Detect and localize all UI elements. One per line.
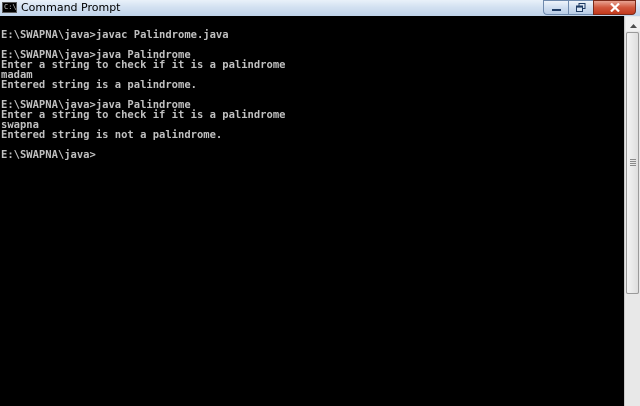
scroll-up-button[interactable] [626, 17, 640, 31]
minimize-icon [551, 4, 561, 12]
command-prompt-icon[interactable]: C:\ [2, 2, 17, 13]
scroll-up-arrow-icon [629, 15, 637, 33]
title-bar[interactable]: C:\ Command Prompt [0, 0, 640, 16]
console-prompt: E:\SWAPNA\java> [1, 149, 96, 161]
window-controls [543, 0, 636, 15]
restore-button[interactable] [568, 0, 593, 15]
console-line: Entered string is not a palindrome. [1, 129, 223, 141]
command-prompt-window: C:\ Command Prompt E:\SWAPNA\java>javac … [0, 0, 640, 406]
scrollbar-grip [630, 159, 636, 160]
console-output[interactable]: E:\SWAPNA\java>javac Palindrome.java E:\… [0, 16, 624, 406]
console-line: Entered string is a palindrome. [1, 79, 197, 91]
console-line: E:\SWAPNA\java>javac Palindrome.java [1, 29, 229, 41]
scrollbar-thumb[interactable] [626, 32, 639, 294]
console-line: Enter a string to check if it is a palin… [1, 59, 286, 71]
close-icon [609, 3, 620, 12]
console-line: Enter a string to check if it is a palin… [1, 109, 286, 121]
scrollbar-grip [630, 161, 636, 162]
close-button[interactable] [593, 0, 636, 15]
scrollbar-grip [630, 165, 636, 166]
minimize-button[interactable] [543, 0, 568, 15]
scrollbar-grip [630, 163, 636, 164]
window-title: Command Prompt [21, 1, 121, 14]
maximize-icon [576, 3, 586, 12]
vertical-scrollbar[interactable] [624, 16, 640, 406]
